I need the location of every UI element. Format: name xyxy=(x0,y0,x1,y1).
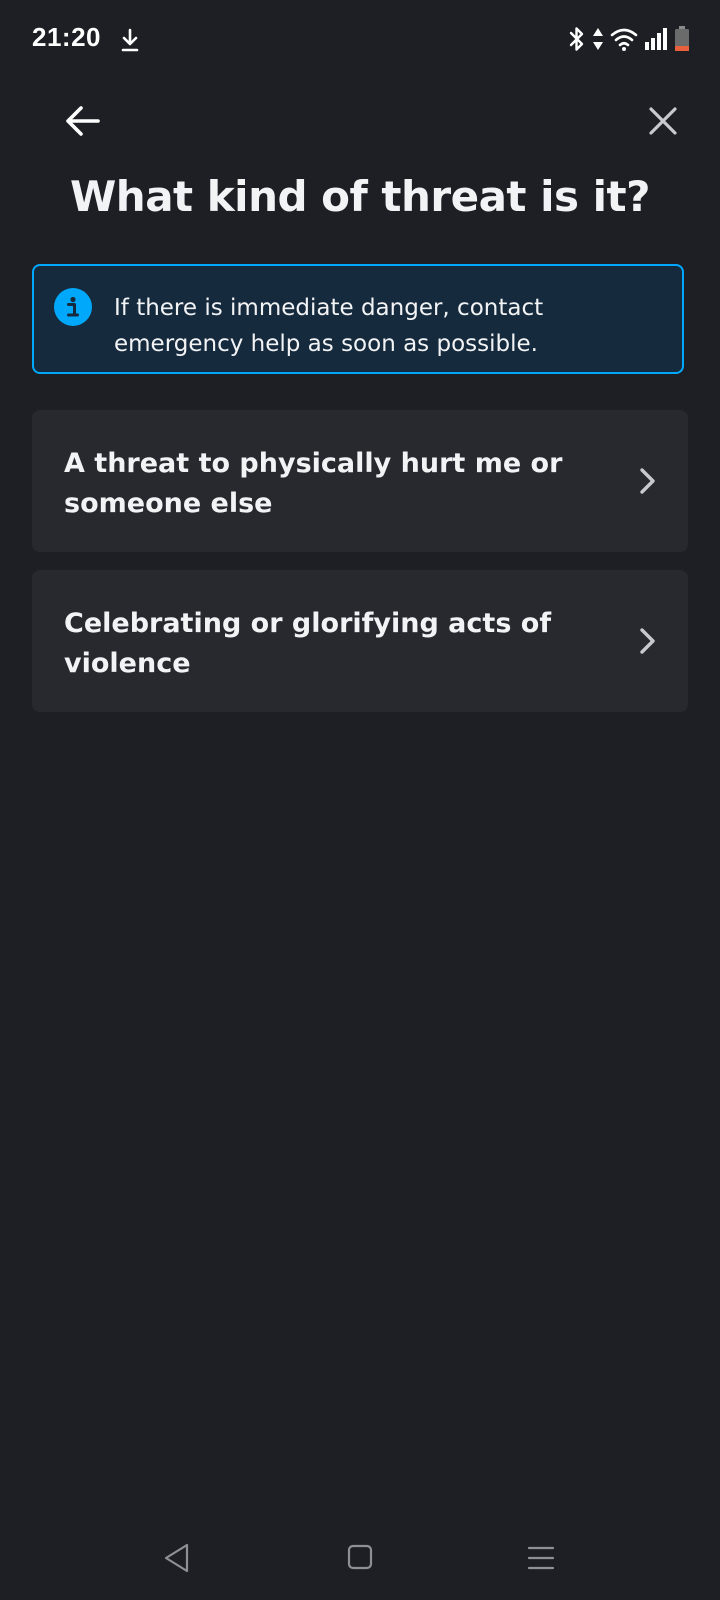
download-icon xyxy=(121,28,139,52)
nav-home-icon[interactable] xyxy=(347,1544,373,1570)
page-title: What kind of threat is it? xyxy=(69,172,651,221)
nav-menu-icon[interactable] xyxy=(527,1544,555,1572)
option-physical-threat[interactable]: A threat to physically hurt me or someon… xyxy=(32,410,688,552)
system-nav-bar xyxy=(0,1520,720,1600)
arrow-left-icon xyxy=(66,106,100,136)
wifi-icon xyxy=(610,28,638,51)
data-transfer-icon xyxy=(593,28,603,50)
cell-signal-icon xyxy=(645,28,667,50)
status-bar: 21:20 xyxy=(0,0,720,80)
option-glorifying-violence[interactable]: Celebrating or glorifying acts of violen… xyxy=(32,570,688,712)
status-icons xyxy=(568,24,690,54)
battery-low-icon xyxy=(675,26,689,51)
back-button[interactable] xyxy=(60,98,106,144)
info-banner: If there is immediate danger, contact em… xyxy=(32,264,684,374)
info-glyph xyxy=(67,296,79,317)
info-icon xyxy=(54,288,92,326)
option-label: Celebrating or glorifying acts of violen… xyxy=(64,608,552,679)
close-button[interactable] xyxy=(640,98,686,144)
option-label: A threat to physically hurt me or someon… xyxy=(64,448,563,519)
nav-back-icon[interactable] xyxy=(162,1542,192,1574)
info-text: If there is immediate danger, contact em… xyxy=(114,295,544,357)
chevron-right-icon xyxy=(640,468,655,494)
chevron-right-icon xyxy=(640,628,655,654)
close-icon xyxy=(649,107,677,135)
bluetooth-icon xyxy=(569,27,584,51)
status-time: 21:20 xyxy=(32,22,101,52)
